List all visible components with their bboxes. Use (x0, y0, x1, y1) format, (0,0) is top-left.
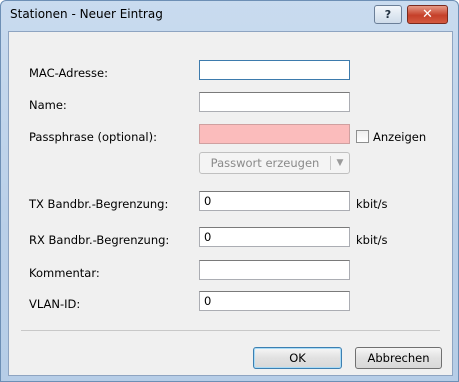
question-mark-icon: ? (384, 8, 392, 21)
generate-password-label: Passwort erzeugen (210, 156, 320, 170)
dialog-content: MAC-Adresse: Name: Passphrase (optional)… (8, 31, 453, 376)
divider (21, 330, 440, 331)
help-button[interactable]: ? (374, 5, 402, 24)
dialog-title: Stationen - Neuer Eintrag (10, 7, 163, 21)
passphrase-label: Passphrase (optional): (29, 130, 157, 144)
rx-unit-label: kbit/s (356, 233, 388, 247)
name-label: Name: (29, 98, 67, 112)
tx-unit-label: kbit/s (356, 197, 388, 211)
close-icon: ✕ (422, 7, 433, 22)
passphrase-input[interactable] (199, 124, 350, 144)
tx-bandwidth-input[interactable] (199, 191, 350, 211)
rx-bandwidth-input[interactable] (199, 227, 350, 247)
mac-address-input[interactable] (199, 60, 350, 80)
vlan-label: VLAN-ID: (29, 297, 81, 311)
name-input[interactable] (199, 92, 350, 112)
dialog-window: Stationen - Neuer Eintrag ? ✕ MAC-Adress… (0, 0, 459, 382)
vlan-id-input[interactable] (199, 291, 350, 311)
title-bar[interactable]: Stationen - Neuer Eintrag ? ✕ (1, 1, 458, 31)
close-button[interactable]: ✕ (407, 5, 448, 24)
comment-input[interactable] (199, 260, 350, 280)
show-passphrase-label[interactable]: Anzeigen (373, 130, 426, 144)
comment-label: Kommentar: (29, 266, 100, 280)
cancel-button[interactable]: Abbrechen (355, 347, 442, 369)
ok-button[interactable]: OK (253, 347, 342, 369)
chevron-down-icon[interactable]: ▼ (331, 153, 349, 173)
show-passphrase-checkbox[interactable] (356, 130, 369, 143)
generate-password-button[interactable]: Passwort erzeugen ▼ (199, 152, 350, 174)
rx-label: RX Bandbr.-Begrenzung: (29, 233, 170, 247)
mac-label: MAC-Adresse: (29, 66, 108, 80)
tx-label: TX Bandbr.-Begrenzung: (29, 197, 169, 211)
